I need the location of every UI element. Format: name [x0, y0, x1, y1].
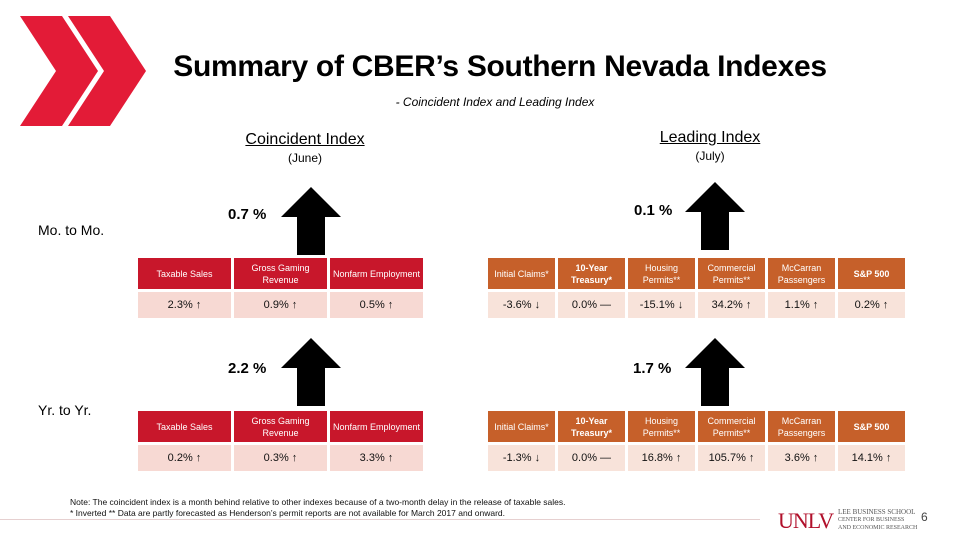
table-cell: -3.6% ↓: [488, 292, 555, 318]
column-header: McCarran Passengers: [768, 258, 835, 289]
table-cell: 0.0% —: [558, 292, 625, 318]
column-header: McCarran Passengers: [768, 411, 835, 442]
column-header: Initial Claims*: [488, 411, 555, 442]
table-cell: 105.7% ↑: [698, 445, 765, 471]
leading-yr-table: Initial Claims* 10-Year Treasury* Housin…: [485, 408, 908, 474]
table-cell: 14.1% ↑: [838, 445, 905, 471]
table-cell: 2.3% ↑: [138, 292, 231, 318]
leading-mo-value: 0.1 %: [634, 202, 673, 219]
footnote: Note: The coincident index is a month be…: [70, 497, 566, 519]
table-cell: 34.2% ↑: [698, 292, 765, 318]
column-header: Taxable Sales: [138, 258, 231, 289]
coincident-mo-table: Taxable Sales Gross Gaming Revenue Nonfa…: [135, 255, 426, 321]
column-header: Gross Gaming Revenue: [234, 411, 327, 442]
column-header: Taxable Sales: [138, 411, 231, 442]
table-cell: 0.3% ↑: [234, 445, 327, 471]
up-arrow-icon: [685, 338, 745, 406]
school-line-2: CENTER FOR BUSINESS: [838, 517, 905, 523]
leading-index-title: Leading Index: [659, 129, 761, 146]
leading-index-period: (July): [695, 149, 725, 163]
table-cell: 16.8% ↑: [628, 445, 695, 471]
yr-to-yr-label: Yr. to Yr.: [38, 402, 92, 418]
column-header: Commercial Permits**: [698, 258, 765, 289]
column-header: Commercial Permits**: [698, 411, 765, 442]
note-line-2: * Inverted ** Data are partly forecasted…: [70, 508, 505, 518]
column-header: Housing Permits**: [628, 411, 695, 442]
note-line-1: Note: The coincident index is a month be…: [70, 497, 566, 507]
table-cell: 3.6% ↑: [768, 445, 835, 471]
column-header: Initial Claims*: [488, 258, 555, 289]
school-line-3: AND ECONOMIC RESEARCH: [838, 525, 918, 531]
up-arrow-icon: [281, 187, 341, 255]
page-number: 6: [921, 510, 928, 524]
coincident-index-title: Coincident Index: [245, 131, 365, 148]
table-cell: 0.5% ↑: [330, 292, 423, 318]
column-header: Housing Permits**: [628, 258, 695, 289]
table-cell: -1.3% ↓: [488, 445, 555, 471]
table-cell: 0.0% —: [558, 445, 625, 471]
coincident-yr-value: 2.2 %: [228, 360, 267, 377]
up-arrow-icon: [281, 338, 341, 406]
table-cell: 0.2% ↑: [138, 445, 231, 471]
slide-subtitle: - Coincident Index and Leading Index: [395, 95, 595, 109]
column-header: S&P 500: [838, 258, 905, 289]
mo-to-mo-label: Mo. to Mo.: [38, 222, 105, 238]
lee-business-school-logo: LEE BUSINESS SCHOOL CENTER FOR BUSINESS …: [838, 508, 917, 532]
table-cell: 1.1% ↑: [768, 292, 835, 318]
unlv-logo: UNLV: [778, 508, 834, 533]
table-cell: 0.2% ↑: [838, 292, 905, 318]
column-header: Nonfarm Employment: [330, 258, 423, 289]
footer-divider: [0, 519, 760, 520]
column-header: S&P 500: [838, 411, 905, 442]
coincident-mo-value: 0.7 %: [228, 206, 267, 223]
coincident-index-period: (June): [287, 151, 322, 165]
column-header: 10-Year Treasury*: [558, 258, 625, 289]
column-header: Gross Gaming Revenue: [234, 258, 327, 289]
table-cell: 3.3% ↑: [330, 445, 423, 471]
table-cell: -15.1% ↓: [628, 292, 695, 318]
leading-yr-value: 1.7 %: [633, 360, 672, 377]
up-arrow-icon: [685, 182, 745, 250]
table-cell: 0.9% ↑: [234, 292, 327, 318]
chevron-logo-icon: [20, 16, 146, 126]
column-header: 10-Year Treasury*: [558, 411, 625, 442]
leading-mo-table: Initial Claims* 10-Year Treasury* Housin…: [485, 255, 908, 321]
slide-title: Summary of CBER’s Southern Nevada Indexe…: [173, 50, 827, 83]
school-line-1: LEE BUSINESS SCHOOL: [838, 508, 916, 516]
column-header: Nonfarm Employment: [330, 411, 423, 442]
coincident-yr-table: Taxable Sales Gross Gaming Revenue Nonfa…: [135, 408, 426, 474]
